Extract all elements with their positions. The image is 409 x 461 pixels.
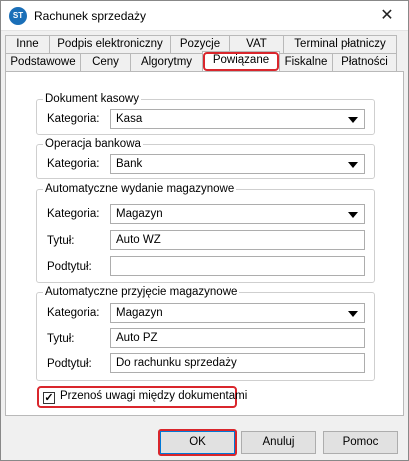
ok-button[interactable]: OK bbox=[160, 431, 235, 454]
group-legend: Dokument kasowy bbox=[45, 93, 139, 105]
select-value: Bank bbox=[116, 158, 143, 170]
group-legend: Automatyczne wydanie magazynowe bbox=[45, 183, 235, 195]
wydanie-kategoria-select[interactable]: Magazyn bbox=[110, 204, 365, 224]
checkmark-icon: ✓ bbox=[43, 392, 55, 404]
tab-ceny[interactable]: Ceny bbox=[80, 53, 131, 71]
tab-row-top: Inne Podpis elektroniczny Pozycje VAT Te… bbox=[5, 35, 397, 53]
chevron-down-icon bbox=[348, 311, 358, 317]
chevron-down-icon bbox=[348, 162, 358, 168]
help-button[interactable]: Pomoc bbox=[323, 431, 398, 454]
tab-powiazane[interactable]: Powiązane bbox=[202, 51, 280, 71]
tab-row-bottom: Podstawowe Ceny Algorytmy Powiązane Fisk… bbox=[5, 51, 397, 71]
group-legend: Operacja bankowa bbox=[45, 138, 141, 150]
przyjecie-kategoria-select[interactable]: Magazyn bbox=[110, 303, 365, 323]
przyjecie-podtytul-input[interactable]: Do rachunku sprzedaży bbox=[110, 353, 365, 373]
select-value: Magazyn bbox=[116, 208, 163, 220]
checkbox-label: Przenoś uwagi między dokumentami bbox=[60, 390, 248, 402]
tab-platnosci[interactable]: Płatności bbox=[332, 53, 397, 71]
close-icon[interactable]: ✕ bbox=[376, 5, 398, 27]
cancel-button[interactable]: Anuluj bbox=[241, 431, 316, 454]
select-value: Kasa bbox=[116, 113, 143, 125]
przyjecie-tytul-label: Tytuł: bbox=[47, 333, 75, 345]
bankowa-kategoria-select[interactable]: Bank bbox=[110, 154, 365, 174]
przyjecie-kategoria-label: Kategoria: bbox=[47, 307, 100, 319]
wydanie-tytul-label: Tytuł: bbox=[47, 235, 75, 247]
tab-podpis-elektroniczny[interactable]: Podpis elektroniczny bbox=[49, 35, 171, 53]
przyjecie-tytul-input[interactable]: Auto PZ bbox=[110, 328, 365, 348]
window-title: Rachunek sprzedaży bbox=[34, 9, 147, 23]
wydanie-podtytul-input[interactable] bbox=[110, 256, 365, 276]
app-logo-icon: ST bbox=[9, 7, 27, 25]
group-legend: Automatyczne przyjęcie magazynowe bbox=[45, 286, 238, 298]
wydanie-podtytul-label: Podtytuł: bbox=[47, 261, 92, 273]
przenos-uwagi-checkbox[interactable]: ✓ Przenoś uwagi między dokumentami bbox=[37, 386, 247, 408]
tab-highlight bbox=[203, 52, 279, 71]
chevron-down-icon bbox=[348, 212, 358, 218]
dialog-window: ST Rachunek sprzedaży ✕ Inne Podpis elek… bbox=[0, 0, 409, 461]
kasowy-kategoria-label: Kategoria: bbox=[47, 113, 100, 125]
bankowa-kategoria-label: Kategoria: bbox=[47, 158, 100, 170]
tab-inne[interactable]: Inne bbox=[5, 35, 50, 53]
wydanie-tytul-input[interactable]: Auto WZ bbox=[110, 230, 365, 250]
chevron-down-icon bbox=[348, 117, 358, 123]
tab-terminal-platniczy[interactable]: Terminal płatniczy bbox=[283, 35, 397, 53]
wydanie-kategoria-label: Kategoria: bbox=[47, 208, 100, 220]
przyjecie-podtytul-label: Podtytuł: bbox=[47, 358, 92, 370]
kasowy-kategoria-select[interactable]: Kasa bbox=[110, 109, 365, 129]
tab-algorytmy[interactable]: Algorytmy bbox=[130, 53, 203, 71]
title-bar: ST Rachunek sprzedaży ✕ bbox=[1, 1, 408, 31]
tab-fiskalne[interactable]: Fiskalne bbox=[279, 53, 333, 71]
select-value: Magazyn bbox=[116, 307, 163, 319]
tab-podstawowe[interactable]: Podstawowe bbox=[5, 53, 81, 71]
